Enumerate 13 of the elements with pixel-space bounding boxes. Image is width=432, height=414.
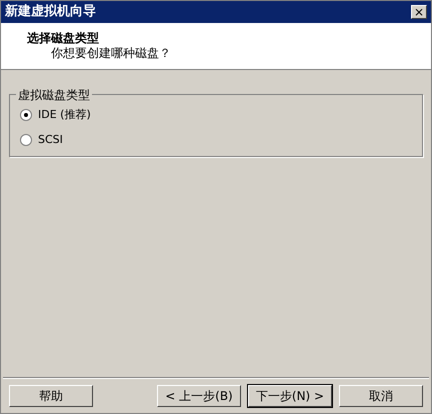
group-label: 虚拟磁盘类型 <box>16 86 92 104</box>
header-title: 选择磁盘类型 <box>27 31 100 46</box>
wizard-button[interactable]: 帮助 <box>9 385 93 407</box>
radio-button[interactable] <box>20 109 32 122</box>
radio-label: SCSI <box>38 132 63 148</box>
radio-button[interactable] <box>20 134 32 146</box>
close-button[interactable]: × <box>411 5 427 19</box>
wizard-button[interactable]: 下一步(N) > <box>248 385 332 407</box>
header-subtitle: 你想要创建哪种磁盘？ <box>50 46 172 61</box>
window-title: 新建虚拟机向导 <box>5 2 96 22</box>
radio-label: IDE (推荐) <box>38 107 91 123</box>
wizard-button[interactable]: 取消 <box>339 385 423 407</box>
wizard-button[interactable]: < 上一步(B) <box>157 385 241 407</box>
